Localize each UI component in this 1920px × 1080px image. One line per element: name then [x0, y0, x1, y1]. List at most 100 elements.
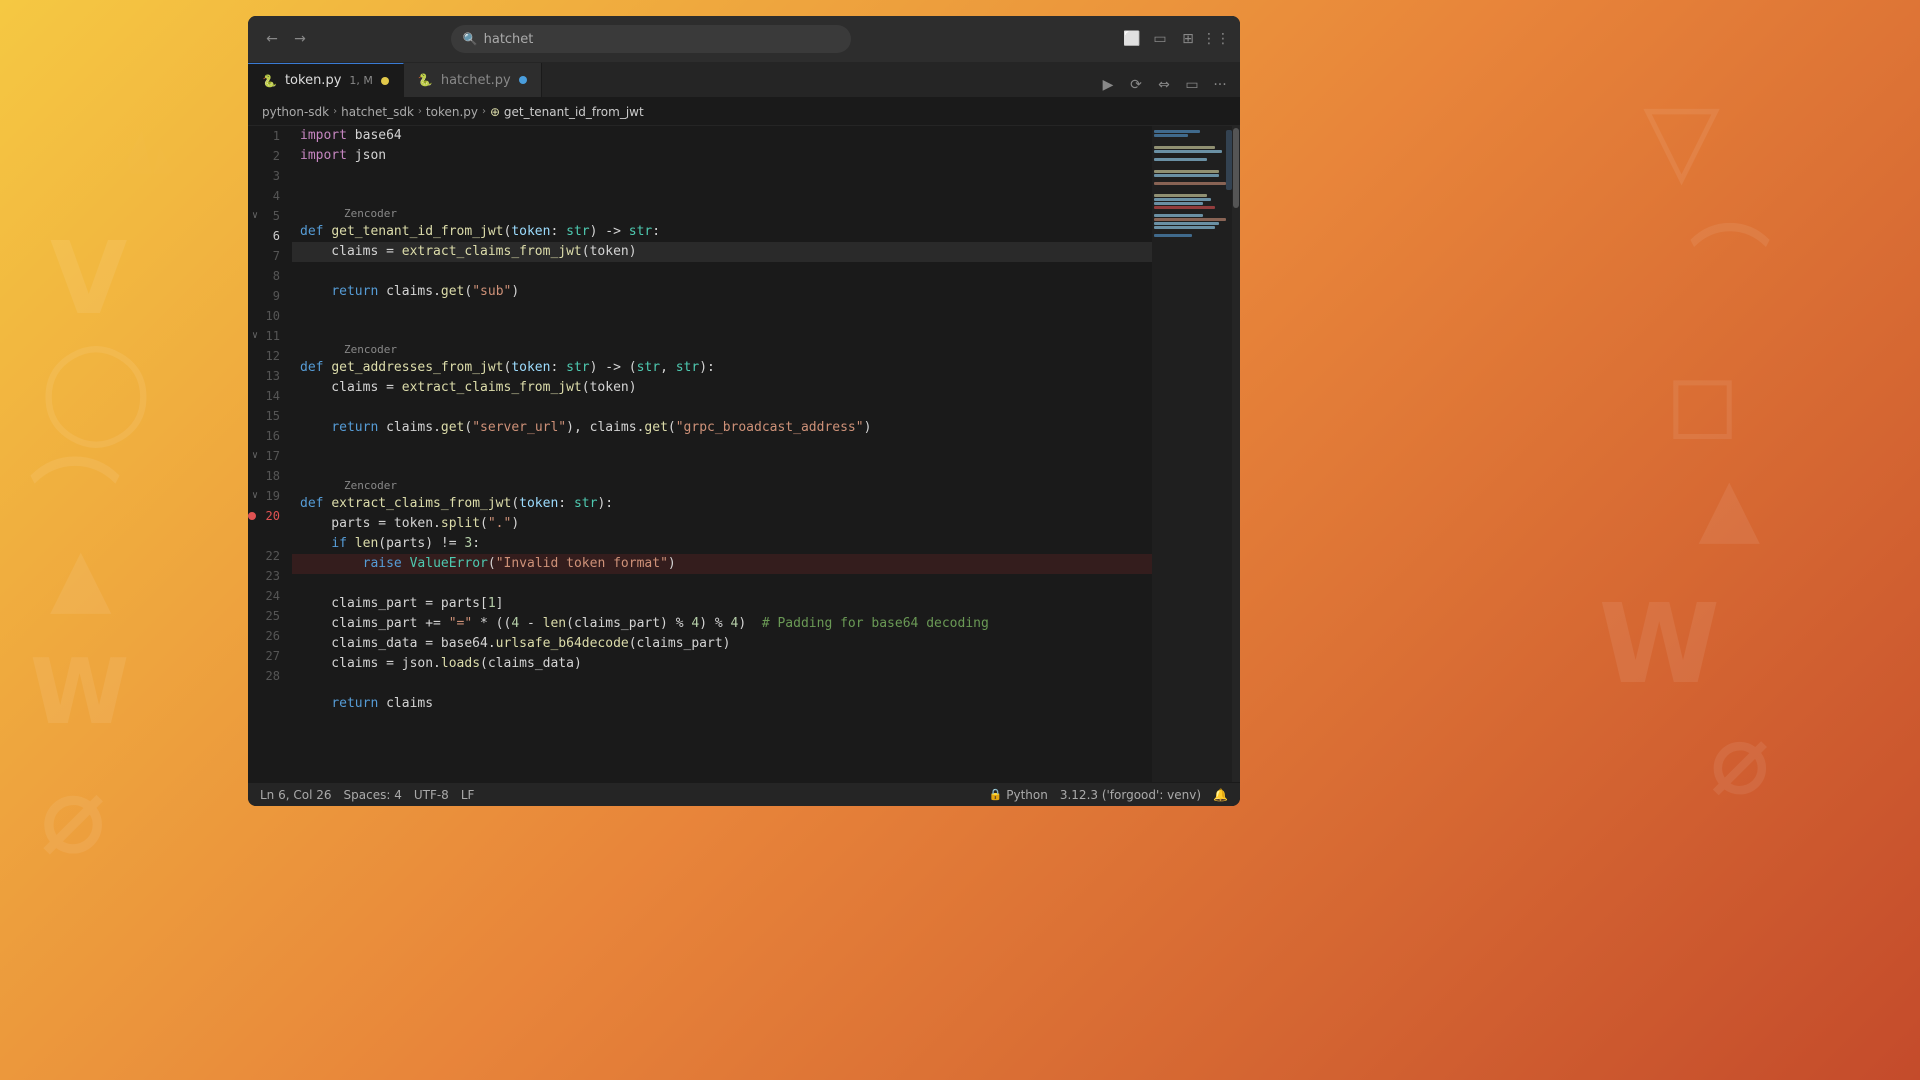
layout-editor-button[interactable]: ▭: [1180, 73, 1204, 97]
code-line-27: return claims: [292, 694, 1152, 714]
line-num-20: 20: [248, 506, 292, 526]
line-num-22: 22: [248, 546, 292, 566]
status-line-ending[interactable]: LF: [461, 788, 475, 802]
code-line-28: [292, 714, 1152, 734]
run-button[interactable]: ▶: [1096, 73, 1120, 97]
title-bar: ← → 🔍 hatchet ⬜ ▭ ⊞ ⋮⋮: [248, 16, 1240, 62]
line-num-11: ∨11: [248, 326, 292, 346]
minimap-line-5: [1154, 146, 1215, 149]
line-num-2: 2: [248, 146, 292, 166]
minimap-line-27: [1154, 234, 1192, 237]
debug-button[interactable]: ⟳: [1124, 73, 1148, 97]
minimap-line-1: [1154, 130, 1200, 133]
zencoder-hint-17: Zencoder: [344, 476, 397, 496]
status-bar-left: Ln 6, Col 26 Spaces: 4 UTF-8 LF: [260, 788, 474, 802]
line-num-17: ∨17: [248, 446, 292, 466]
editor-scrollbar[interactable]: [1232, 126, 1240, 782]
code-line-7: [292, 262, 1152, 282]
tab-hatchet-py[interactable]: 🐍 hatchet.py: [404, 63, 542, 97]
status-notifications[interactable]: 🔔: [1213, 788, 1228, 802]
minimap-line-23: [1154, 218, 1226, 221]
minimap-line-6: [1154, 150, 1222, 153]
line-num-10: 10: [248, 306, 292, 326]
status-language[interactable]: 🔒 Python: [989, 788, 1048, 802]
status-language-text: Python: [1006, 788, 1048, 802]
breadcrumb-python-sdk[interactable]: python-sdk: [262, 105, 329, 119]
code-area[interactable]: import base64 import json Zencoder def g…: [292, 126, 1152, 782]
minimap: [1152, 126, 1232, 782]
search-text: hatchet: [484, 32, 534, 47]
zencoder-hint-11: Zencoder: [344, 340, 397, 360]
code-line-23: claims_part += "=" * ((4 - len(claims_pa…: [292, 614, 1152, 634]
breadcrumb-sep-1: ›: [333, 106, 337, 117]
status-bar: Ln 6, Col 26 Spaces: 4 UTF-8 LF 🔒 Python…: [248, 782, 1240, 806]
line-num-25: 25: [248, 606, 292, 626]
status-spaces[interactable]: Spaces: 4: [344, 788, 402, 802]
code-line-14: return claims.get("server_url"), claims.…: [292, 418, 1152, 438]
status-encoding[interactable]: UTF-8: [414, 788, 449, 802]
more-options-button[interactable]: ···: [1208, 73, 1232, 97]
breadcrumb-hatchet-sdk[interactable]: hatchet_sdk: [341, 105, 414, 119]
minimap-viewport-indicator: [1226, 130, 1232, 190]
code-line-5: def get_tenant_id_from_jwt(token: str) -…: [292, 222, 1152, 242]
breadcrumb-sep-2: ›: [418, 106, 422, 117]
status-bar-right: 🔒 Python 3.12.3 ('forgood': venv) 🔔: [989, 788, 1228, 802]
minimap-line-8: [1154, 158, 1207, 161]
layout-toggle-1[interactable]: ⬜: [1120, 27, 1144, 51]
back-button[interactable]: ←: [260, 27, 284, 51]
status-interpreter[interactable]: 3.12.3 ('forgood': venv): [1060, 788, 1201, 802]
line-num-18: 18: [248, 466, 292, 486]
minimap-line-22: [1154, 214, 1203, 217]
code-line-17: def extract_claims_from_jwt(token: str):: [292, 494, 1152, 514]
status-position[interactable]: Ln 6, Col 26: [260, 788, 332, 802]
forward-button[interactable]: →: [288, 27, 312, 51]
nav-buttons: ← →: [260, 27, 312, 51]
code-line-20: raise ValueError("Invalid token format"): [292, 554, 1152, 574]
line-num-24: 24: [248, 586, 292, 606]
code-line-13: [292, 398, 1152, 418]
line-num-9: 9: [248, 286, 292, 306]
code-block-5: Zencoder def get_tenant_id_from_jwt(toke…: [292, 206, 1152, 242]
tab-bar: 🐍 token.py 1, M 🐍 hatchet.py ▶ ⟳ ⇔ ▭ ···: [248, 62, 1240, 98]
bell-icon: 🔔: [1213, 788, 1228, 802]
fold-icon-19[interactable]: ∨: [252, 486, 258, 506]
line-num-14: 14: [248, 386, 292, 406]
breadcrumb-token-py[interactable]: token.py: [426, 105, 478, 119]
split-editor-button[interactable]: ⇔: [1152, 73, 1176, 97]
fold-icon-17[interactable]: ∨: [252, 446, 258, 466]
code-line-15: [292, 438, 1152, 458]
status-encoding-text: UTF-8: [414, 788, 449, 802]
layout-toggle-4[interactable]: ⋮⋮: [1204, 27, 1228, 51]
tab-python-icon-2: 🐍: [418, 73, 433, 87]
layout-toggle-2[interactable]: ▭: [1148, 27, 1172, 51]
tab-label-2: hatchet.py: [441, 73, 511, 88]
editor-window: ← → 🔍 hatchet ⬜ ▭ ⊞ ⋮⋮ 🐍 token.py 1, M 🐍…: [248, 16, 1240, 806]
line-num-12: 12: [248, 346, 292, 366]
scrollbar-thumb[interactable]: [1233, 128, 1239, 208]
breadcrumb-bar: python-sdk › hatchet_sdk › token.py › ⊕ …: [248, 98, 1240, 126]
error-indicator-20: [248, 512, 256, 520]
line-num-27: 27: [248, 646, 292, 666]
search-bar[interactable]: 🔍 hatchet: [451, 25, 851, 53]
code-line-22: claims_part = parts[1]: [292, 594, 1152, 614]
code-line-8: return claims.get("sub"): [292, 282, 1152, 302]
code-line-10: [292, 322, 1152, 342]
editor-body: 1 2 3 4 ∨5 6 7 8 9 10 ∨11 12 13 14 15 16…: [248, 126, 1240, 782]
fold-icon-11[interactable]: ∨: [252, 326, 258, 346]
code-line-3: [292, 166, 1152, 186]
code-line-4: [292, 186, 1152, 206]
layout-toggle-3[interactable]: ⊞: [1176, 27, 1200, 51]
line-num-13: 13: [248, 366, 292, 386]
minimap-content: [1152, 126, 1232, 242]
tab-token-py[interactable]: 🐍 token.py 1, M: [248, 63, 404, 97]
line-num-16: 16: [248, 426, 292, 446]
search-icon: 🔍: [463, 32, 478, 46]
minimap-line-17: [1154, 194, 1207, 197]
code-line-1: import base64: [292, 126, 1152, 146]
breadcrumb-function[interactable]: ⊕ get_tenant_id_from_jwt: [490, 105, 644, 119]
code-line-6: claims = extract_claims_from_jwt(token): [292, 242, 1152, 262]
fold-icon-5[interactable]: ∨: [252, 206, 258, 226]
breadcrumb-sep-3: ›: [482, 106, 486, 117]
tab-dot-1: [381, 77, 389, 85]
status-spaces-text: Spaces: 4: [344, 788, 402, 802]
